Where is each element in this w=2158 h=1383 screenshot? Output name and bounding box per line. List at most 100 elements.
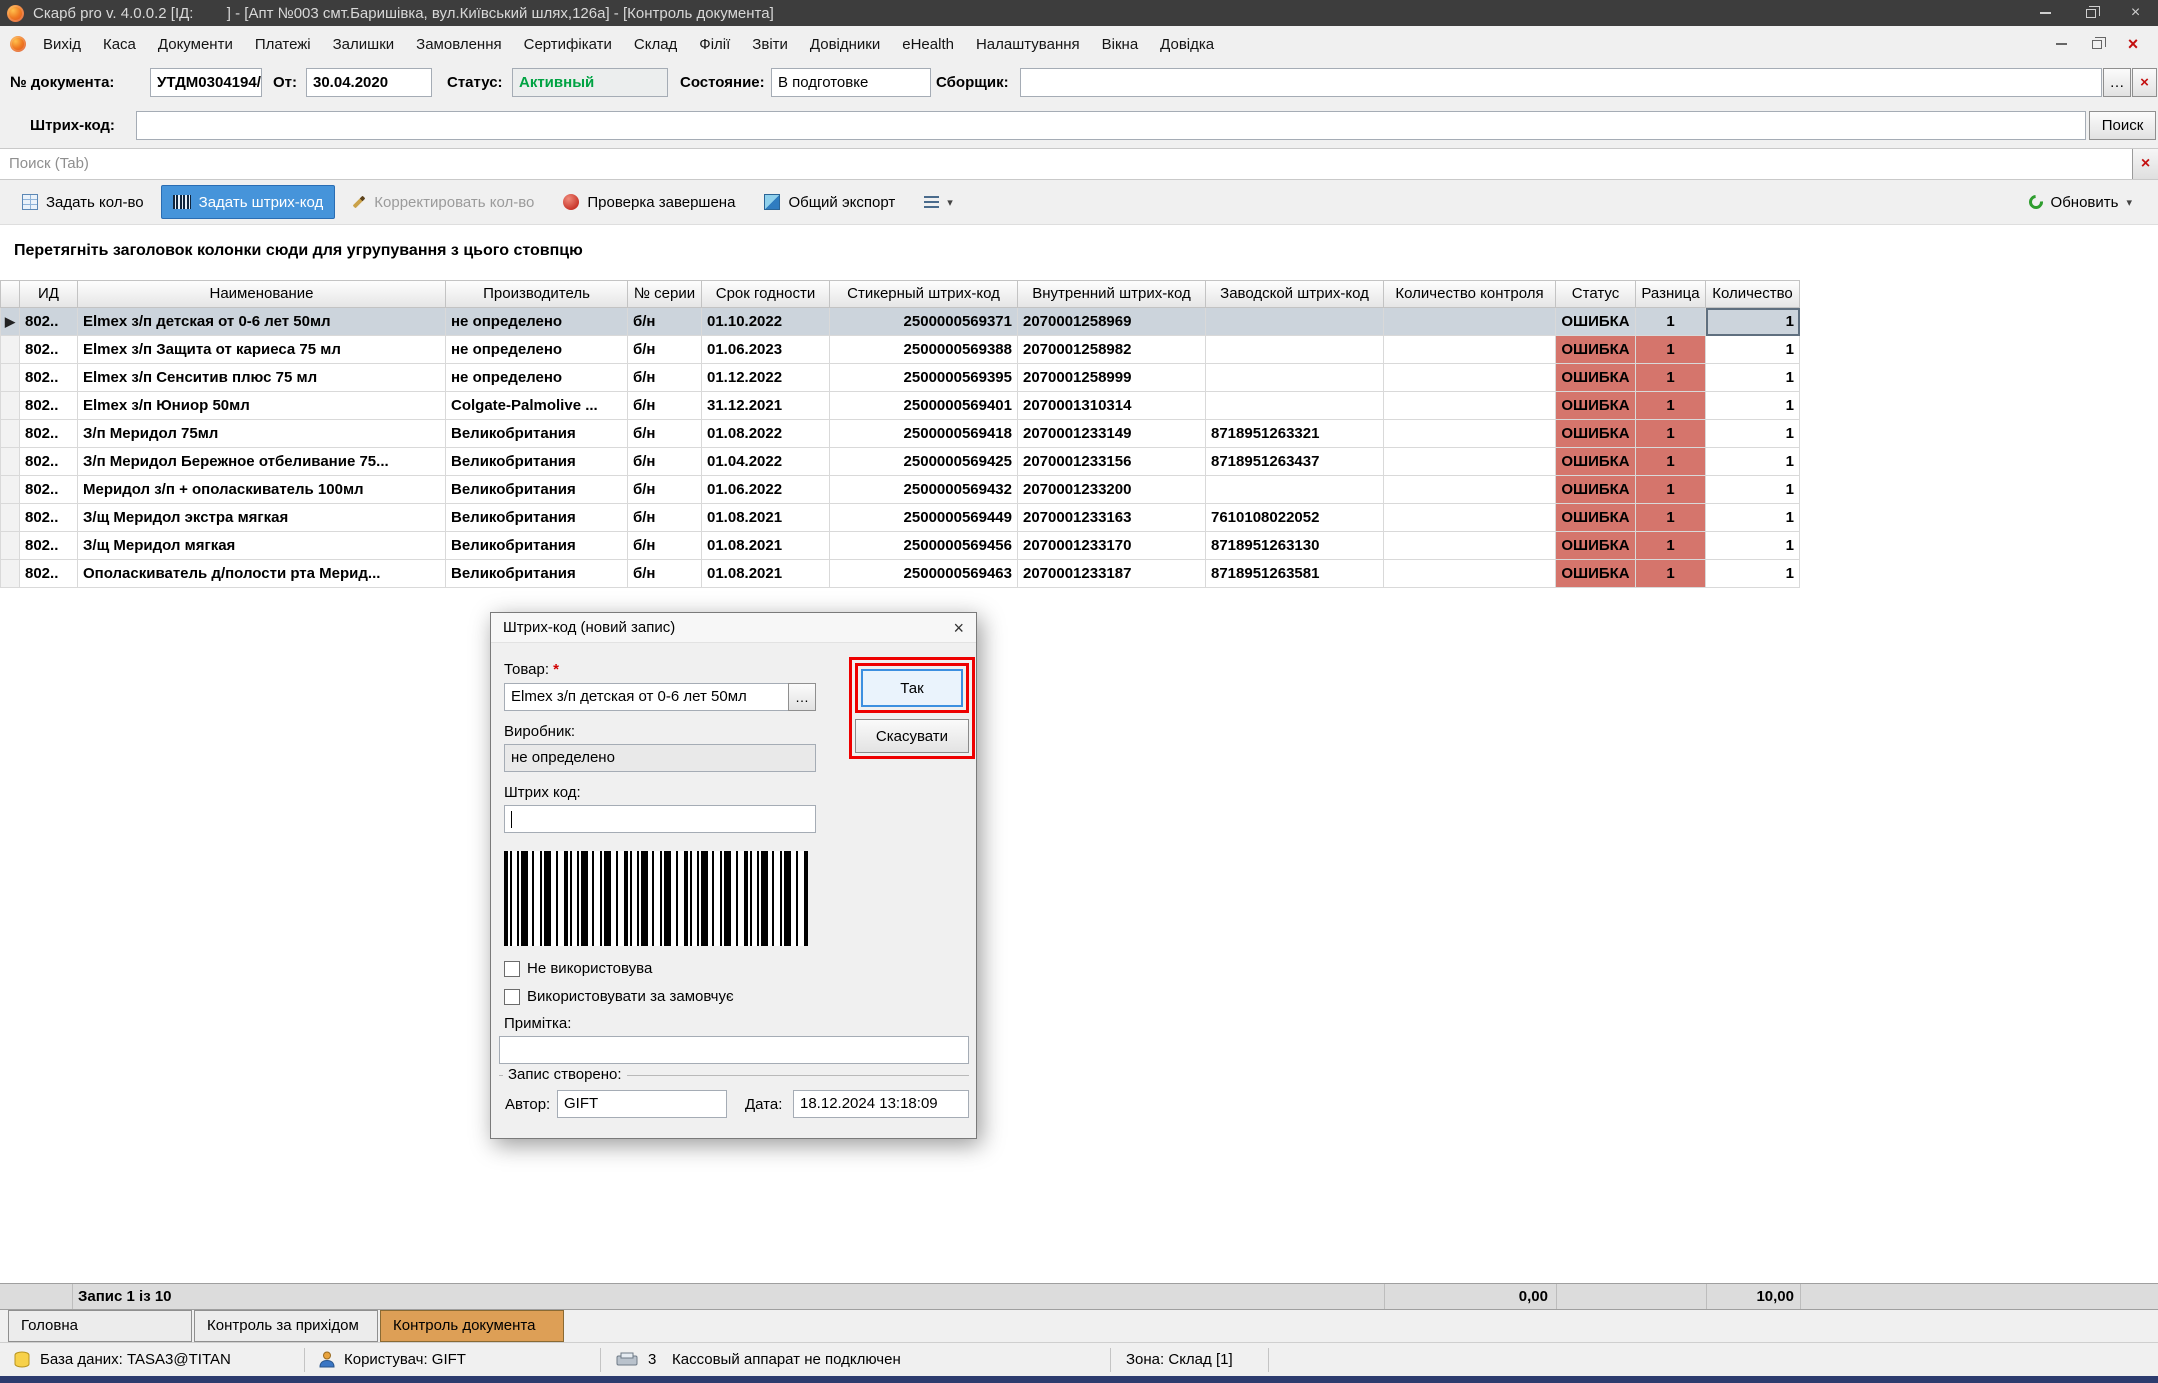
grid-cell[interactable]: 01.04.2022 xyxy=(702,448,830,476)
grid-row[interactable]: 802..З/щ Меридол мягкаяВеликобританияб/н… xyxy=(0,532,1800,560)
grid-column-header-8[interactable]: Количество контроля xyxy=(1384,280,1556,308)
grid-cell[interactable]: ОШИБКА xyxy=(1556,364,1636,392)
grid-cell[interactable]: 2500000569432 xyxy=(830,476,1018,504)
grid-cell[interactable]: ОШИБКА xyxy=(1556,532,1636,560)
barcode-search-button[interactable]: Поиск xyxy=(2089,111,2156,140)
grid-cell[interactable]: Elmex з/п Сенситив плюс 75 мл xyxy=(78,364,446,392)
refresh-button[interactable]: Обновить ▾ xyxy=(2017,185,2144,219)
grid-cell[interactable]: 31.12.2021 xyxy=(702,392,830,420)
grid-column-header-6[interactable]: Внутренний штрих-код xyxy=(1018,280,1206,308)
grid-cell[interactable]: б/н xyxy=(628,364,702,392)
dialog-title-bar[interactable]: Штрих-код (новий запис) × xyxy=(491,613,976,643)
grid-cell[interactable]: 01.08.2022 xyxy=(702,420,830,448)
grid-cell[interactable]: не определено xyxy=(446,308,628,336)
barcode-input-field[interactable] xyxy=(504,805,816,833)
grid-cell[interactable]: 01.10.2022 xyxy=(702,308,830,336)
grid-cell[interactable]: 1 xyxy=(1636,504,1706,532)
menu-item-3[interactable]: Платежі xyxy=(244,36,322,53)
grid-cell[interactable] xyxy=(1206,308,1384,336)
grid-cell[interactable]: б/н xyxy=(628,448,702,476)
grid-cell[interactable]: ОШИБКА xyxy=(1556,448,1636,476)
grid-row[interactable]: 802..Ополаскиватель д/полости рта Мерид.… xyxy=(0,560,1800,588)
grid-cell[interactable] xyxy=(1384,308,1556,336)
grid-cell[interactable]: Великобритания xyxy=(446,420,628,448)
grid-row[interactable]: ▶802..Elmex з/п детская от 0-6 лет 50млн… xyxy=(0,308,1800,336)
grid-column-header-4[interactable]: Срок годности xyxy=(702,280,830,308)
grid-cell[interactable] xyxy=(1384,420,1556,448)
grid-cell[interactable]: Elmex з/п Защита от кариеса 75 мл xyxy=(78,336,446,364)
grid-cell[interactable]: 802.. xyxy=(20,532,78,560)
grid-cell[interactable] xyxy=(1206,364,1384,392)
grid-cell[interactable]: 1 xyxy=(1706,476,1800,504)
grid-cell[interactable]: 802.. xyxy=(20,504,78,532)
grid-cell[interactable]: 2070001258982 xyxy=(1018,336,1206,364)
group-by-panel[interactable]: Перетягніть заголовок колонки сюди для у… xyxy=(0,225,2158,280)
grid-cell[interactable]: 1 xyxy=(1636,476,1706,504)
grid-cell[interactable]: б/н xyxy=(628,504,702,532)
menu-item-11[interactable]: eHealth xyxy=(891,36,965,53)
grid-cell[interactable] xyxy=(1384,364,1556,392)
grid-cell[interactable] xyxy=(1206,476,1384,504)
grid-cell[interactable]: 01.12.2022 xyxy=(702,364,830,392)
grid-cell[interactable]: 802.. xyxy=(20,476,78,504)
row-selector-cell[interactable] xyxy=(0,392,20,420)
grid-cell[interactable]: 802.. xyxy=(20,448,78,476)
grid-cell[interactable]: 2070001233149 xyxy=(1018,420,1206,448)
row-selector-cell[interactable] xyxy=(0,532,20,560)
grid-cell[interactable]: Великобритания xyxy=(446,560,628,588)
grid-cell[interactable]: 1 xyxy=(1706,420,1800,448)
grid-cell[interactable]: б/н xyxy=(628,532,702,560)
doc-state-field[interactable]: В подготовке xyxy=(771,68,931,97)
menu-item-1[interactable]: Каса xyxy=(92,36,147,53)
grid-cell[interactable]: 8718951263581 xyxy=(1206,560,1384,588)
grid-cell[interactable]: 1 xyxy=(1636,336,1706,364)
grid-column-header-7[interactable]: Заводской штрих-код xyxy=(1206,280,1384,308)
checkbox-not-use[interactable]: Не використовува xyxy=(504,960,652,977)
grid-cell[interactable]: 2070001233187 xyxy=(1018,560,1206,588)
grid-cell[interactable]: Великобритания xyxy=(446,504,628,532)
grid-cell[interactable] xyxy=(1384,504,1556,532)
grid-cell[interactable]: 1 xyxy=(1706,532,1800,560)
set-quantity-button[interactable]: Задать кол-во xyxy=(10,185,156,219)
grid-cell[interactable]: Elmex з/п детская от 0-6 лет 50мл xyxy=(78,308,446,336)
menu-item-12[interactable]: Налаштування xyxy=(965,36,1091,53)
grid-cell[interactable]: Великобритания xyxy=(446,448,628,476)
checkbox-icon[interactable] xyxy=(504,961,520,977)
grid-cell[interactable]: 2500000569418 xyxy=(830,420,1018,448)
grid-cell[interactable]: 2070001233156 xyxy=(1018,448,1206,476)
grid-cell[interactable]: 1 xyxy=(1706,448,1800,476)
grid-cell[interactable] xyxy=(1384,532,1556,560)
grid-cell[interactable]: ОШИБКА xyxy=(1556,504,1636,532)
menu-item-6[interactable]: Сертифікати xyxy=(513,36,623,53)
grid-cell[interactable]: 01.06.2022 xyxy=(702,476,830,504)
menu-item-14[interactable]: Довідка xyxy=(1149,36,1225,53)
grid-cell[interactable]: ОШИБКА xyxy=(1556,560,1636,588)
dialog-close-button[interactable]: × xyxy=(953,619,964,637)
grid-cell[interactable]: 01.08.2021 xyxy=(702,504,830,532)
grid-cell[interactable]: 1 xyxy=(1706,364,1800,392)
window-close-button[interactable]: × xyxy=(2113,0,2158,26)
grid-cell[interactable]: З/п Меридол 75мл xyxy=(78,420,446,448)
grid-cell[interactable]: 1 xyxy=(1636,364,1706,392)
grid-cell[interactable]: 802.. xyxy=(20,336,78,364)
grid-cell[interactable]: б/н xyxy=(628,420,702,448)
grid-cell[interactable]: 1 xyxy=(1706,336,1800,364)
grid-cell[interactable]: б/н xyxy=(628,336,702,364)
grid-cell[interactable]: 1 xyxy=(1706,308,1800,336)
correct-quantity-button[interactable]: Корректировать кол-во xyxy=(340,185,546,219)
grid-column-header-11[interactable]: Количество xyxy=(1706,280,1800,308)
collector-field[interactable] xyxy=(1020,68,2102,97)
grid-cell[interactable]: 1 xyxy=(1636,392,1706,420)
grid-cell[interactable] xyxy=(1206,392,1384,420)
row-selector-cell[interactable] xyxy=(0,560,20,588)
doc-number-field[interactable]: УТДМ0304194/ xyxy=(150,68,262,97)
grid-cell[interactable]: 2500000569425 xyxy=(830,448,1018,476)
grid-cell[interactable]: не определено xyxy=(446,336,628,364)
grid-cell[interactable]: 7610108022052 xyxy=(1206,504,1384,532)
grid-cell[interactable]: 8718951263130 xyxy=(1206,532,1384,560)
quick-search-clear-button[interactable]: × xyxy=(2132,149,2158,179)
cancel-button[interactable]: Скасувати xyxy=(855,719,969,753)
window-restore-button[interactable] xyxy=(2068,0,2113,26)
grid-cell[interactable]: Elmex з/п Юниор 50мл xyxy=(78,392,446,420)
grid-cell[interactable] xyxy=(1206,336,1384,364)
